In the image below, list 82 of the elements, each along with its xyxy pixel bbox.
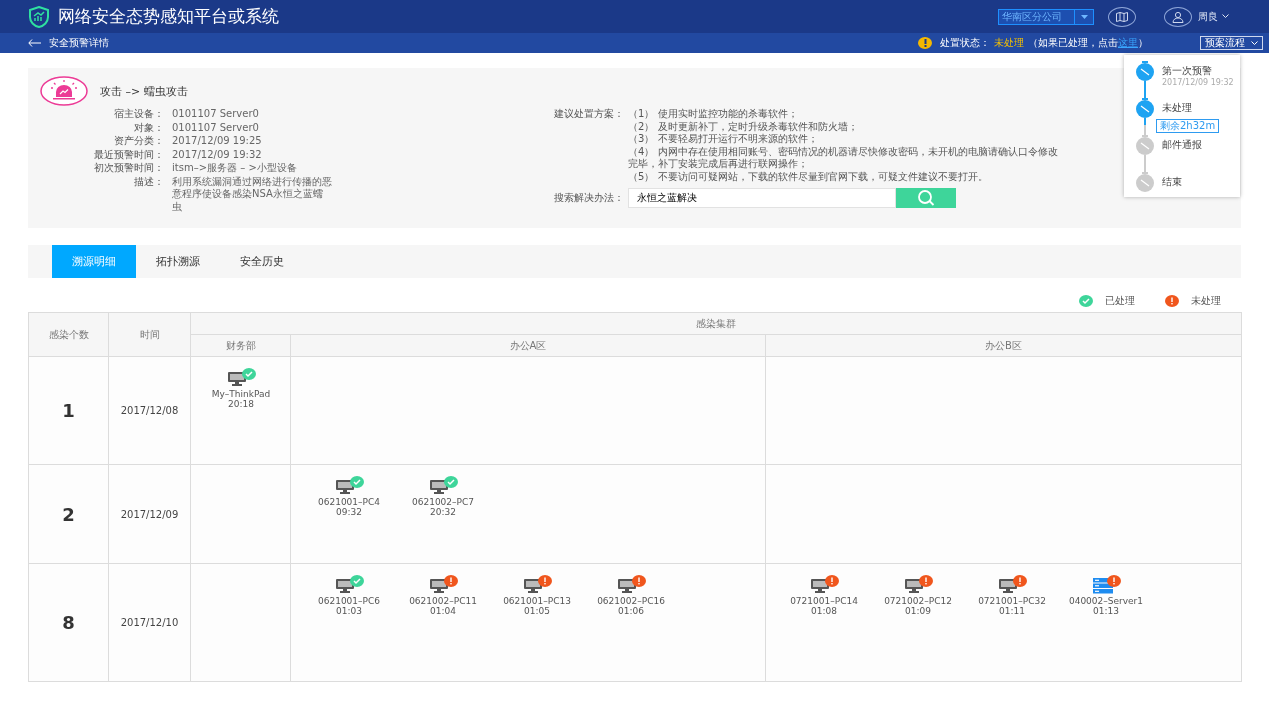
status-hint: （如果已处理，点击这里） — [1028, 36, 1148, 50]
device-name: 0621002–PC16 — [597, 596, 665, 606]
device-name: 040002–Server1 — [1068, 596, 1144, 606]
step-label: 未处理 — [1162, 101, 1192, 115]
app-title: 网络安全态势感知平台或系统 — [58, 5, 280, 28]
warning-icon — [918, 37, 932, 49]
field-label: 对象： — [133, 121, 164, 134]
device-name: 0721001–PC32 — [978, 596, 1046, 606]
status-label: 处置状态： — [940, 36, 990, 50]
search-icon — [915, 190, 937, 206]
field-value: itsm–>服务器 – >小型设备 — [172, 162, 298, 175]
step-label: 邮件通报 — [1162, 138, 1202, 152]
device-name: 0721002–PC12 — [884, 596, 952, 606]
infection-count: 1 — [28, 356, 109, 465]
device-time: 01:13 — [1093, 606, 1119, 616]
column-header: 感染个数 — [28, 312, 109, 357]
device-time: 01:06 — [618, 606, 644, 616]
plan-dropdown-button[interactable]: 预案流程 — [1200, 36, 1263, 50]
field-value: 2017/12/09 19:25 — [172, 135, 263, 148]
caret-icon — [1080, 14, 1088, 19]
device-time: 20:18 — [228, 399, 254, 409]
suggestion-item: （1） 使用实时监控功能的杀毒软件； — [628, 108, 799, 121]
device-name: 0621001–PC6 — [318, 596, 380, 606]
column-header: 办公A区 — [290, 334, 766, 357]
device-time: 09:32 — [336, 507, 362, 517]
user-name[interactable]: 周良 — [1198, 9, 1218, 24]
device-time: 20:32 — [430, 507, 456, 517]
branch-select[interactable]: 华南区分公司 — [998, 8, 1094, 25]
caret-icon — [1251, 40, 1258, 46]
device-time: 01:04 — [430, 606, 456, 616]
legend-label: 未处理 — [1191, 294, 1221, 308]
suggestion-item: （2） 及时更新补丁，定时升级杀毒软件和防火墙； — [628, 120, 859, 133]
suggestion-item: （3） 不要轻易打开运行不明来源的软件； — [628, 133, 819, 146]
map-icon — [1116, 11, 1128, 22]
status-value: 未处理 — [994, 36, 1024, 50]
field-label: 最近预警时间： — [93, 148, 164, 161]
user-icon — [1172, 10, 1184, 23]
device-time: 01:09 — [905, 606, 931, 616]
field-label: 初次预警时间： — [93, 162, 164, 175]
device-name: 0621001–PC4 — [318, 497, 380, 507]
field-label: 搜索解决办法： — [553, 192, 624, 205]
legend-label: 已处理 — [1105, 294, 1135, 308]
column-header: 时间 — [108, 312, 191, 357]
back-arrow-icon[interactable] — [28, 39, 41, 47]
device-time: 01:03 — [336, 606, 362, 616]
device-name: My–ThinkPad — [211, 389, 271, 399]
field-label: 宿主设备： — [113, 108, 164, 121]
device-name: 0621002–PC11 — [409, 596, 477, 606]
caret-icon — [1222, 14, 1229, 19]
field-label: 资产分类： — [113, 135, 164, 148]
tab[interactable]: 安全历史 — [220, 245, 304, 278]
device-time: 01:08 — [811, 606, 837, 616]
suggestion-item: （5） 不要访问可疑网站，下载的软件尽量到官网下载，可疑文件建议不要打开。 — [628, 170, 989, 183]
device-time: 01:05 — [524, 606, 550, 616]
table-cell: 2017/12/10 — [108, 563, 191, 682]
field-label: 建议处置方案： — [553, 108, 624, 121]
search-field[interactable]: 永恒之蓝解决 — [628, 188, 896, 208]
alarm-siren-icon — [40, 76, 88, 106]
shield-chart-icon — [28, 5, 50, 28]
step-label: 结束 — [1162, 175, 1182, 189]
alert-title: 攻击 –> 蠕虫攻击 — [100, 83, 188, 99]
field-value: 2017/12/09 19:32 — [172, 148, 263, 161]
tab[interactable]: 拓扑溯源 — [136, 245, 220, 278]
field-value: 0101107 Server0 — [172, 121, 260, 134]
infection-count: 8 — [28, 563, 109, 682]
infection-count: 2 — [28, 464, 109, 564]
column-header: 办公B区 — [765, 334, 1242, 357]
step-time: 2017/12/09 19:32 — [1162, 78, 1234, 87]
field-value: 0101107 Server0 — [172, 108, 260, 121]
remaining-time-tag: 剩余2h32m — [1156, 119, 1220, 133]
field-value: 利用系统漏洞通过网络进行传播的恶意程序使设备感染NSA永恒之蓝蠕虫 — [172, 175, 332, 213]
step-label: 第一次预警 — [1162, 64, 1213, 78]
device-name: 0721001–PC14 — [790, 596, 858, 606]
column-header: 感染集群 — [190, 312, 1242, 335]
table-cell: 2017/12/08 — [108, 356, 191, 465]
device-name: 0621002–PC7 — [412, 497, 474, 507]
page-title: 安全预警详情 — [49, 36, 110, 50]
device-time: 01:11 — [999, 606, 1025, 616]
field-label: 描述： — [133, 175, 164, 189]
device-name: 0621001–PC13 — [503, 596, 571, 606]
table-cell: 2017/12/09 — [108, 464, 191, 564]
suggestion-item: （4） 内网中存在使用相同账号、密码情况的机器请尽快修改密码，未开机的电脑请确认口令修改完毕，补丁安装完成后再进行联网操作； — [628, 145, 1058, 171]
